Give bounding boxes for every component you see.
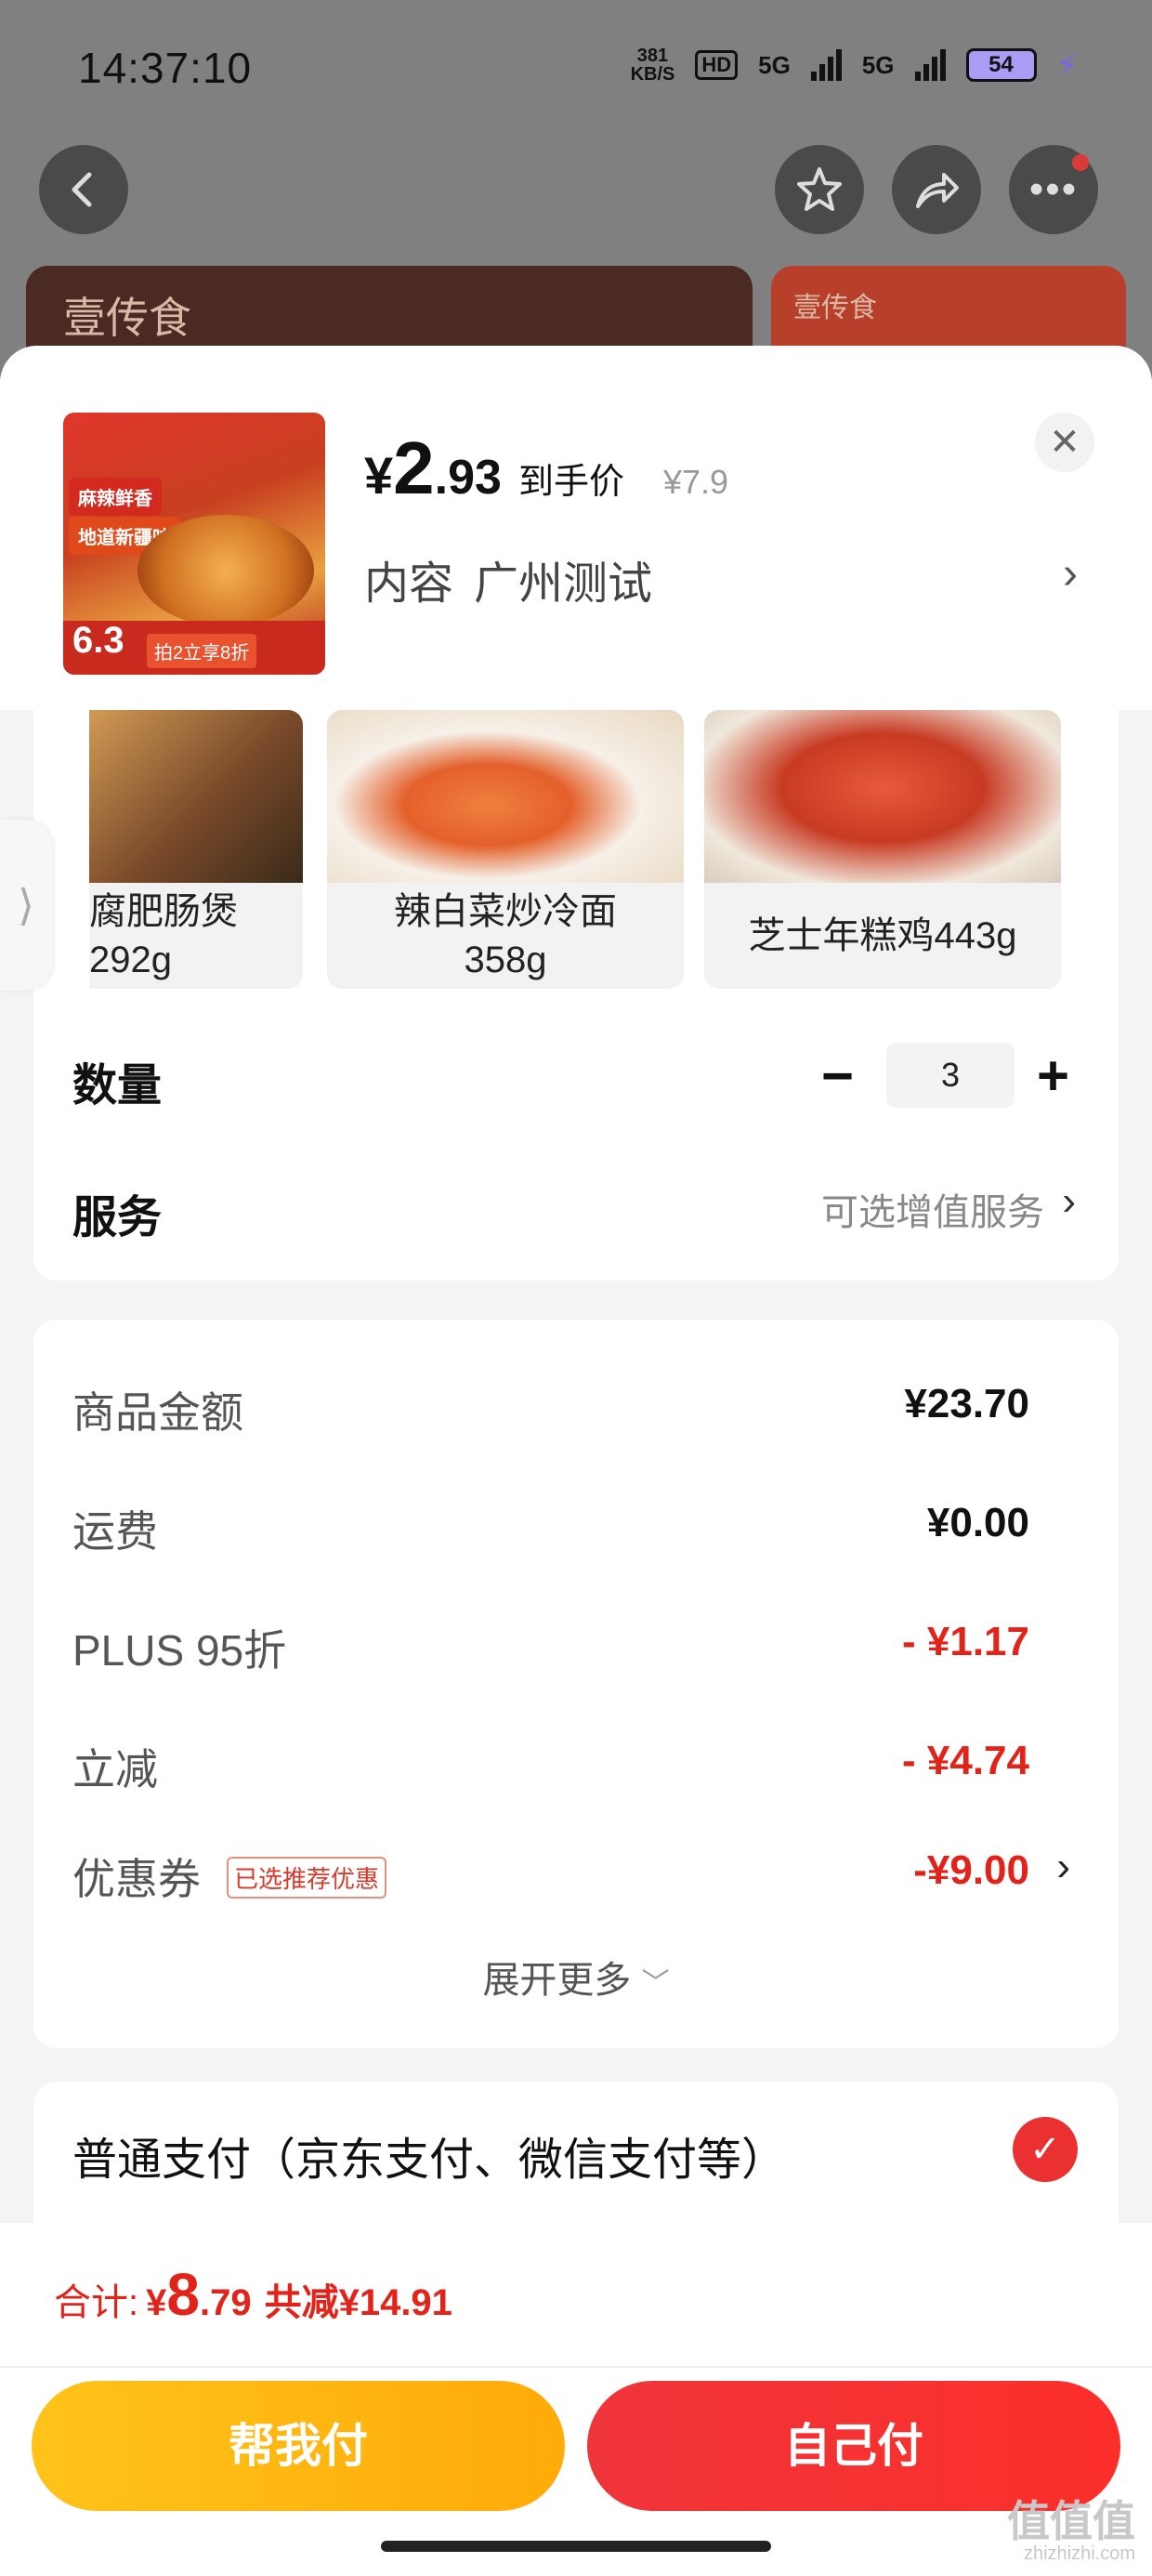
variant-card[interactable]: 腐肥肠煲 292g bbox=[89, 710, 303, 989]
status-time: 14:37:10 bbox=[78, 44, 253, 92]
goods-amount-label: 商品金额 bbox=[72, 1388, 243, 1437]
share-icon bbox=[916, 173, 959, 208]
divider bbox=[0, 2366, 1152, 2368]
banner-logo-small: 壹传食 bbox=[793, 292, 877, 324]
goods-amount-value: ¥23.70 bbox=[904, 1381, 1029, 1426]
total-saved: 共减¥14.91 bbox=[264, 2282, 452, 2323]
watermark-domain: zhizhizhi.com bbox=[1023, 2543, 1135, 2564]
total-label: 合计: bbox=[54, 2282, 139, 2323]
signal-label-1: 5G bbox=[758, 50, 791, 79]
status-icons: 381 KB/S HD 5G 5G 54 ⚡ bbox=[631, 46, 1078, 84]
service-hint[interactable]: 可选增值服务 bbox=[821, 1182, 1044, 1236]
price-integer: 2 bbox=[393, 427, 435, 509]
network-speed: 381 KB/S bbox=[630, 46, 675, 85]
thumb-promo-price: 6.3 bbox=[72, 620, 124, 661]
price-decimal: .93 bbox=[434, 451, 502, 505]
total-decimal: .79 bbox=[199, 2282, 252, 2323]
total-row: 合计: ¥ 8 .79 共减¥14.91 bbox=[54, 2260, 452, 2329]
variant-image bbox=[327, 710, 684, 883]
quantity-increase-button[interactable]: + bbox=[1037, 1048, 1069, 1104]
total-yen: ¥ bbox=[146, 2282, 167, 2323]
share-button[interactable] bbox=[892, 145, 981, 234]
back-button[interactable] bbox=[39, 145, 128, 234]
more-dots-icon: ••• bbox=[1028, 166, 1079, 212]
close-button[interactable]: ✕ bbox=[1035, 413, 1094, 472]
chevron-right-icon[interactable]: › bbox=[1063, 548, 1078, 599]
plus-discount-value: - ¥1.17 bbox=[902, 1619, 1029, 1664]
expand-more-button[interactable]: 展开更多 ﹀ bbox=[33, 1950, 1119, 2004]
signal-icon-2 bbox=[914, 49, 946, 81]
status-bar: 14:37:10 381 KB/S HD 5G 5G 54 ⚡ bbox=[0, 0, 1152, 130]
variant-label: 内容 bbox=[364, 559, 454, 609]
sheet-header: 麻辣鲜香 地道新疆味 拍2立享8折 6.3 ¥ 2 .93 到手价 ¥7.9 ✕… bbox=[0, 346, 1152, 710]
noodle-image bbox=[137, 515, 314, 626]
chevron-right-icon[interactable]: › bbox=[1062, 1178, 1076, 1225]
quantity-label: 数量 bbox=[72, 1061, 163, 1111]
charging-icon: ⚡ bbox=[1056, 48, 1078, 82]
signal-label-2: 5G bbox=[861, 50, 895, 79]
service-label: 服务 bbox=[72, 1193, 163, 1242]
banner-logo: 壹传食 bbox=[63, 293, 191, 343]
selected-variant[interactable]: 内容 广州测试 bbox=[364, 546, 652, 611]
shipping-label: 运费 bbox=[72, 1507, 158, 1556]
star-icon bbox=[797, 167, 842, 211]
home-indicator[interactable] bbox=[381, 2541, 771, 2552]
price-summary-card: 商品金额 ¥23.70 运费 ¥0.00 PLUS 95折 - ¥1.17 立减… bbox=[33, 1320, 1119, 2048]
back-arrow-icon bbox=[72, 172, 92, 207]
hd-icon: HD bbox=[695, 50, 739, 80]
variant-image bbox=[704, 710, 1061, 883]
quantity-decrease-button[interactable]: − bbox=[821, 1048, 854, 1104]
battery-icon: 54 bbox=[965, 48, 1037, 82]
favorite-button[interactable] bbox=[775, 145, 864, 234]
close-icon: ✕ bbox=[1049, 422, 1080, 463]
check-icon[interactable]: ✓ bbox=[1013, 2117, 1078, 2182]
instant-discount-label: 立减 bbox=[72, 1745, 158, 1794]
chevron-right-icon[interactable]: › bbox=[1056, 1844, 1070, 1890]
price-yen: ¥ bbox=[364, 446, 394, 505]
variant-card[interactable]: 辣白菜炒冷面 358g bbox=[327, 710, 684, 989]
variant-name: 腐肥肠煲 292g bbox=[89, 891, 238, 980]
price-label: 到手价 bbox=[517, 463, 624, 502]
instant-discount-value: - ¥4.74 bbox=[902, 1738, 1029, 1783]
variant-card[interactable]: 芝士年糕鸡443g bbox=[704, 710, 1061, 989]
quantity-input[interactable]: 3 bbox=[886, 1043, 1015, 1108]
coupon-tag: 已选推荐优惠 bbox=[227, 1857, 387, 1899]
help-pay-button[interactable]: 帮我付 bbox=[32, 2381, 565, 2511]
product-thumbnail[interactable]: 麻辣鲜香 地道新疆味 拍2立享8折 6.3 bbox=[63, 413, 325, 675]
more-button[interactable]: ••• bbox=[1009, 145, 1098, 234]
watermark: 值值值 zhizhizhi.com bbox=[1007, 2500, 1135, 2565]
price-row: ¥ 2 .93 到手价 ¥7.9 bbox=[364, 426, 728, 511]
plus-discount-label: PLUS 95折 bbox=[72, 1626, 287, 1675]
chevron-right-icon: ⟩ bbox=[18, 881, 34, 929]
shipping-value: ¥0.00 bbox=[926, 1500, 1029, 1545]
notification-dot bbox=[1072, 154, 1089, 171]
thumb-promo: 拍2立享8折 bbox=[147, 634, 257, 668]
variant-value: 广州测试 bbox=[474, 559, 653, 609]
total-integer: 8 bbox=[166, 2261, 200, 2328]
expand-more-label: 展开更多 bbox=[482, 1960, 632, 2001]
side-drawer-handle[interactable]: ⟩ bbox=[0, 820, 52, 991]
signal-icon bbox=[810, 49, 842, 81]
coupon-label: 优惠券 bbox=[72, 1855, 201, 1903]
payment-method-label: 普通支付（京东支付、微信支付等） bbox=[72, 2136, 787, 2185]
watermark-text: 值值值 bbox=[1007, 2497, 1135, 2545]
variant-list: 腐肥肠煲 292g 辣白菜炒冷面 358g 芝士年糕鸡443g bbox=[89, 710, 1065, 989]
coupon-value[interactable]: -¥9.00 bbox=[913, 1847, 1029, 1894]
variant-name: 芝士年糕鸡443g bbox=[748, 915, 1017, 956]
variant-name: 辣白菜炒冷面 358g bbox=[394, 891, 617, 980]
chevron-down-icon: ﹀ bbox=[641, 1968, 670, 1999]
thumb-tag-1: 麻辣鲜香 bbox=[69, 478, 162, 516]
variant-image bbox=[89, 710, 303, 883]
self-pay-button[interactable]: 自己付 bbox=[587, 2381, 1120, 2511]
original-price: ¥7.9 bbox=[662, 463, 729, 501]
